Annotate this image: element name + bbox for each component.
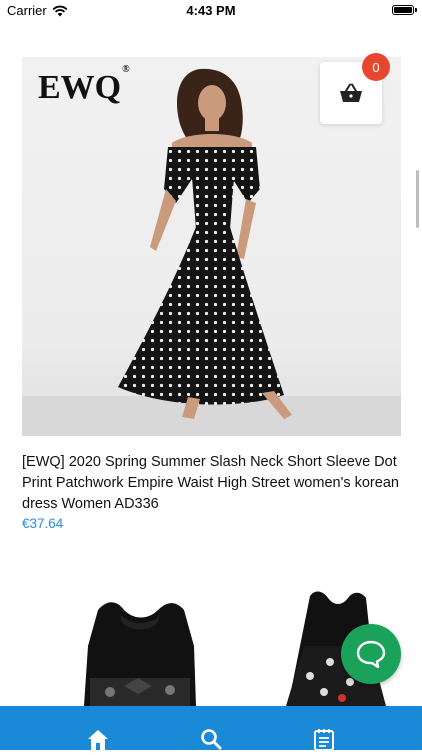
status-time: 4:43 PM: [186, 3, 236, 18]
scroll-indicator[interactable]: [416, 170, 419, 228]
home-icon: [88, 730, 108, 750]
cart-count-badge: 0: [362, 53, 390, 81]
product-thumbnail[interactable]: [60, 586, 220, 706]
battery-icon: [392, 5, 417, 15]
shopping-basket-icon: [340, 83, 362, 102]
dress-image: [84, 602, 196, 706]
product-price: €37.64: [22, 516, 64, 531]
tab-search[interactable]: [199, 728, 223, 750]
tab-bar: [0, 706, 422, 751]
search-icon: [201, 729, 222, 750]
chat-bubble-icon: [356, 640, 386, 668]
product-title[interactable]: [EWQ] 2020 Spring Summer Slash Neck Shor…: [22, 452, 402, 515]
tab-home[interactable]: [86, 728, 110, 750]
notes-icon: [314, 729, 334, 751]
tab-orders[interactable]: [312, 728, 336, 751]
status-bar: Carrier 4:43 PM: [0, 0, 422, 22]
chat-button[interactable]: [341, 624, 401, 684]
